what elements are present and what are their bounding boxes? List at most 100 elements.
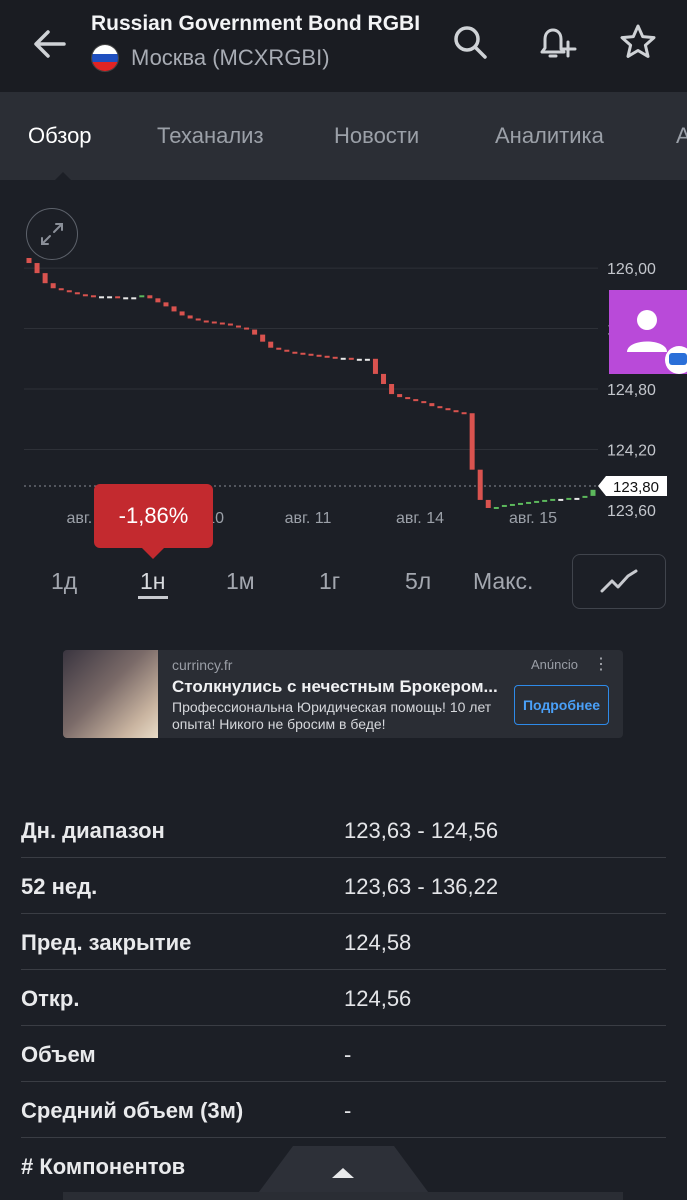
candle bbox=[534, 500, 540, 503]
ad-source: currincy.fr bbox=[172, 657, 233, 673]
avatar[interactable] bbox=[609, 290, 687, 374]
candle bbox=[389, 384, 395, 395]
candle bbox=[82, 294, 88, 297]
candle bbox=[501, 504, 507, 507]
stats-table: Дн. диапазон 123,63 - 124,56 52 нед. 123,6… bbox=[21, 802, 666, 1194]
candle bbox=[300, 352, 306, 355]
candle bbox=[356, 358, 362, 361]
stat-row: 52 нед. 123,63 - 136,22 bbox=[21, 858, 666, 914]
range-5y[interactable]: 5л bbox=[405, 568, 431, 595]
candle bbox=[364, 358, 370, 361]
bell-plus-icon bbox=[540, 28, 577, 58]
tab-technical[interactable]: Теханализ bbox=[157, 123, 264, 149]
user-chat-icon bbox=[627, 310, 687, 374]
expand-chart-button[interactable] bbox=[26, 208, 78, 260]
y-tick-label: 126,00 bbox=[607, 261, 656, 278]
candle bbox=[348, 357, 354, 360]
candle bbox=[461, 412, 467, 415]
candles bbox=[26, 258, 596, 509]
candle bbox=[332, 356, 338, 359]
back-button[interactable] bbox=[28, 22, 72, 66]
candle bbox=[139, 295, 145, 298]
range-active-underline bbox=[138, 596, 168, 599]
stat-label: # Компонентов bbox=[21, 1154, 186, 1179]
candle bbox=[292, 351, 298, 354]
candle bbox=[574, 497, 580, 500]
candle bbox=[42, 273, 48, 284]
tab-news[interactable]: Новости bbox=[334, 123, 419, 149]
chart-type-button[interactable] bbox=[572, 554, 666, 609]
candle bbox=[58, 288, 64, 291]
active-tab-indicator bbox=[55, 172, 71, 180]
candle bbox=[227, 323, 233, 326]
candle bbox=[558, 498, 564, 501]
range-1d[interactable]: 1д bbox=[51, 568, 77, 595]
candle bbox=[477, 469, 483, 500]
page-title: Russian Government Bond RGBI bbox=[91, 12, 421, 35]
candle bbox=[195, 318, 201, 321]
expand-icon bbox=[41, 223, 63, 245]
candle bbox=[542, 499, 548, 502]
tab-more[interactable]: А bbox=[676, 123, 687, 149]
candle bbox=[485, 499, 491, 508]
candle bbox=[566, 497, 572, 500]
stat-value: 124,56 bbox=[344, 986, 412, 1011]
candle bbox=[235, 325, 241, 328]
candle bbox=[340, 357, 346, 360]
tab-analysis[interactable]: Аналитика bbox=[495, 123, 604, 149]
line-chart-icon bbox=[600, 569, 638, 592]
add-alert-button[interactable] bbox=[534, 20, 578, 64]
tab-bar: Обзор Теханализ Новости Аналитика А bbox=[0, 92, 687, 180]
range-1y[interactable]: 1г bbox=[319, 568, 340, 595]
candle bbox=[66, 290, 72, 293]
candle bbox=[284, 349, 290, 352]
stat-row: Откр. 124,56 bbox=[21, 970, 666, 1026]
change-tooltip: -1,86% bbox=[94, 484, 213, 559]
candle bbox=[308, 353, 314, 356]
app-bar: Russian Government Bond RGBI Москва (MCX… bbox=[0, 0, 687, 92]
favorite-button[interactable] bbox=[616, 20, 660, 64]
candle bbox=[526, 501, 532, 504]
candle bbox=[405, 397, 411, 400]
candle bbox=[26, 258, 32, 264]
stat-label: 52 нед. bbox=[21, 874, 98, 899]
candle bbox=[316, 354, 322, 357]
y-tick-label: 123,60 bbox=[607, 503, 656, 520]
candle bbox=[324, 355, 330, 358]
candle bbox=[187, 315, 193, 319]
candle bbox=[453, 410, 459, 413]
candle bbox=[372, 358, 378, 374]
candle bbox=[590, 489, 596, 496]
stat-value: 123,63 - 136,22 bbox=[344, 874, 499, 899]
ad-cta-button[interactable]: Подробнее bbox=[514, 685, 609, 725]
stat-row: Пред. закрытие 124,58 bbox=[21, 914, 666, 970]
stat-value: - bbox=[344, 1098, 352, 1123]
candle bbox=[211, 321, 217, 324]
stat-label: Средний объем (3м) bbox=[21, 1098, 244, 1123]
candle bbox=[74, 292, 80, 295]
stat-label: Дн. диапазон bbox=[21, 818, 165, 843]
candle bbox=[469, 413, 475, 470]
ad-banner[interactable]: currincy.fr Anúncio ⋮ Столкнулись с нече… bbox=[63, 650, 623, 738]
more-vert-icon[interactable]: ⋮ bbox=[593, 654, 609, 674]
search-button[interactable] bbox=[448, 20, 492, 64]
candle bbox=[123, 297, 129, 300]
range-1m[interactable]: 1м bbox=[226, 568, 255, 595]
stat-value: - bbox=[344, 1042, 352, 1067]
x-tick-label: авг. 14 bbox=[396, 510, 444, 527]
candle bbox=[163, 302, 169, 307]
stat-label: Объем bbox=[21, 1042, 96, 1067]
ad-headline: Столкнулись с нечестным Брокером... bbox=[172, 677, 498, 696]
stat-label: Пред. закрытие bbox=[21, 930, 192, 955]
stat-row: Объем - bbox=[21, 1026, 666, 1082]
y-tick-label: 124,80 bbox=[607, 382, 656, 399]
candle bbox=[219, 322, 225, 325]
stat-row: Дн. диапазон 123,63 - 124,56 bbox=[21, 802, 666, 858]
range-max[interactable]: Макс. bbox=[473, 568, 533, 595]
x-tick-label: авг. 11 bbox=[285, 510, 332, 527]
range-1w[interactable]: 1н bbox=[140, 568, 166, 595]
chart-grid bbox=[24, 267, 598, 451]
last-price-label: 123,80 bbox=[613, 479, 659, 496]
search-icon bbox=[454, 26, 487, 59]
tab-overview[interactable]: Обзор bbox=[28, 123, 92, 149]
